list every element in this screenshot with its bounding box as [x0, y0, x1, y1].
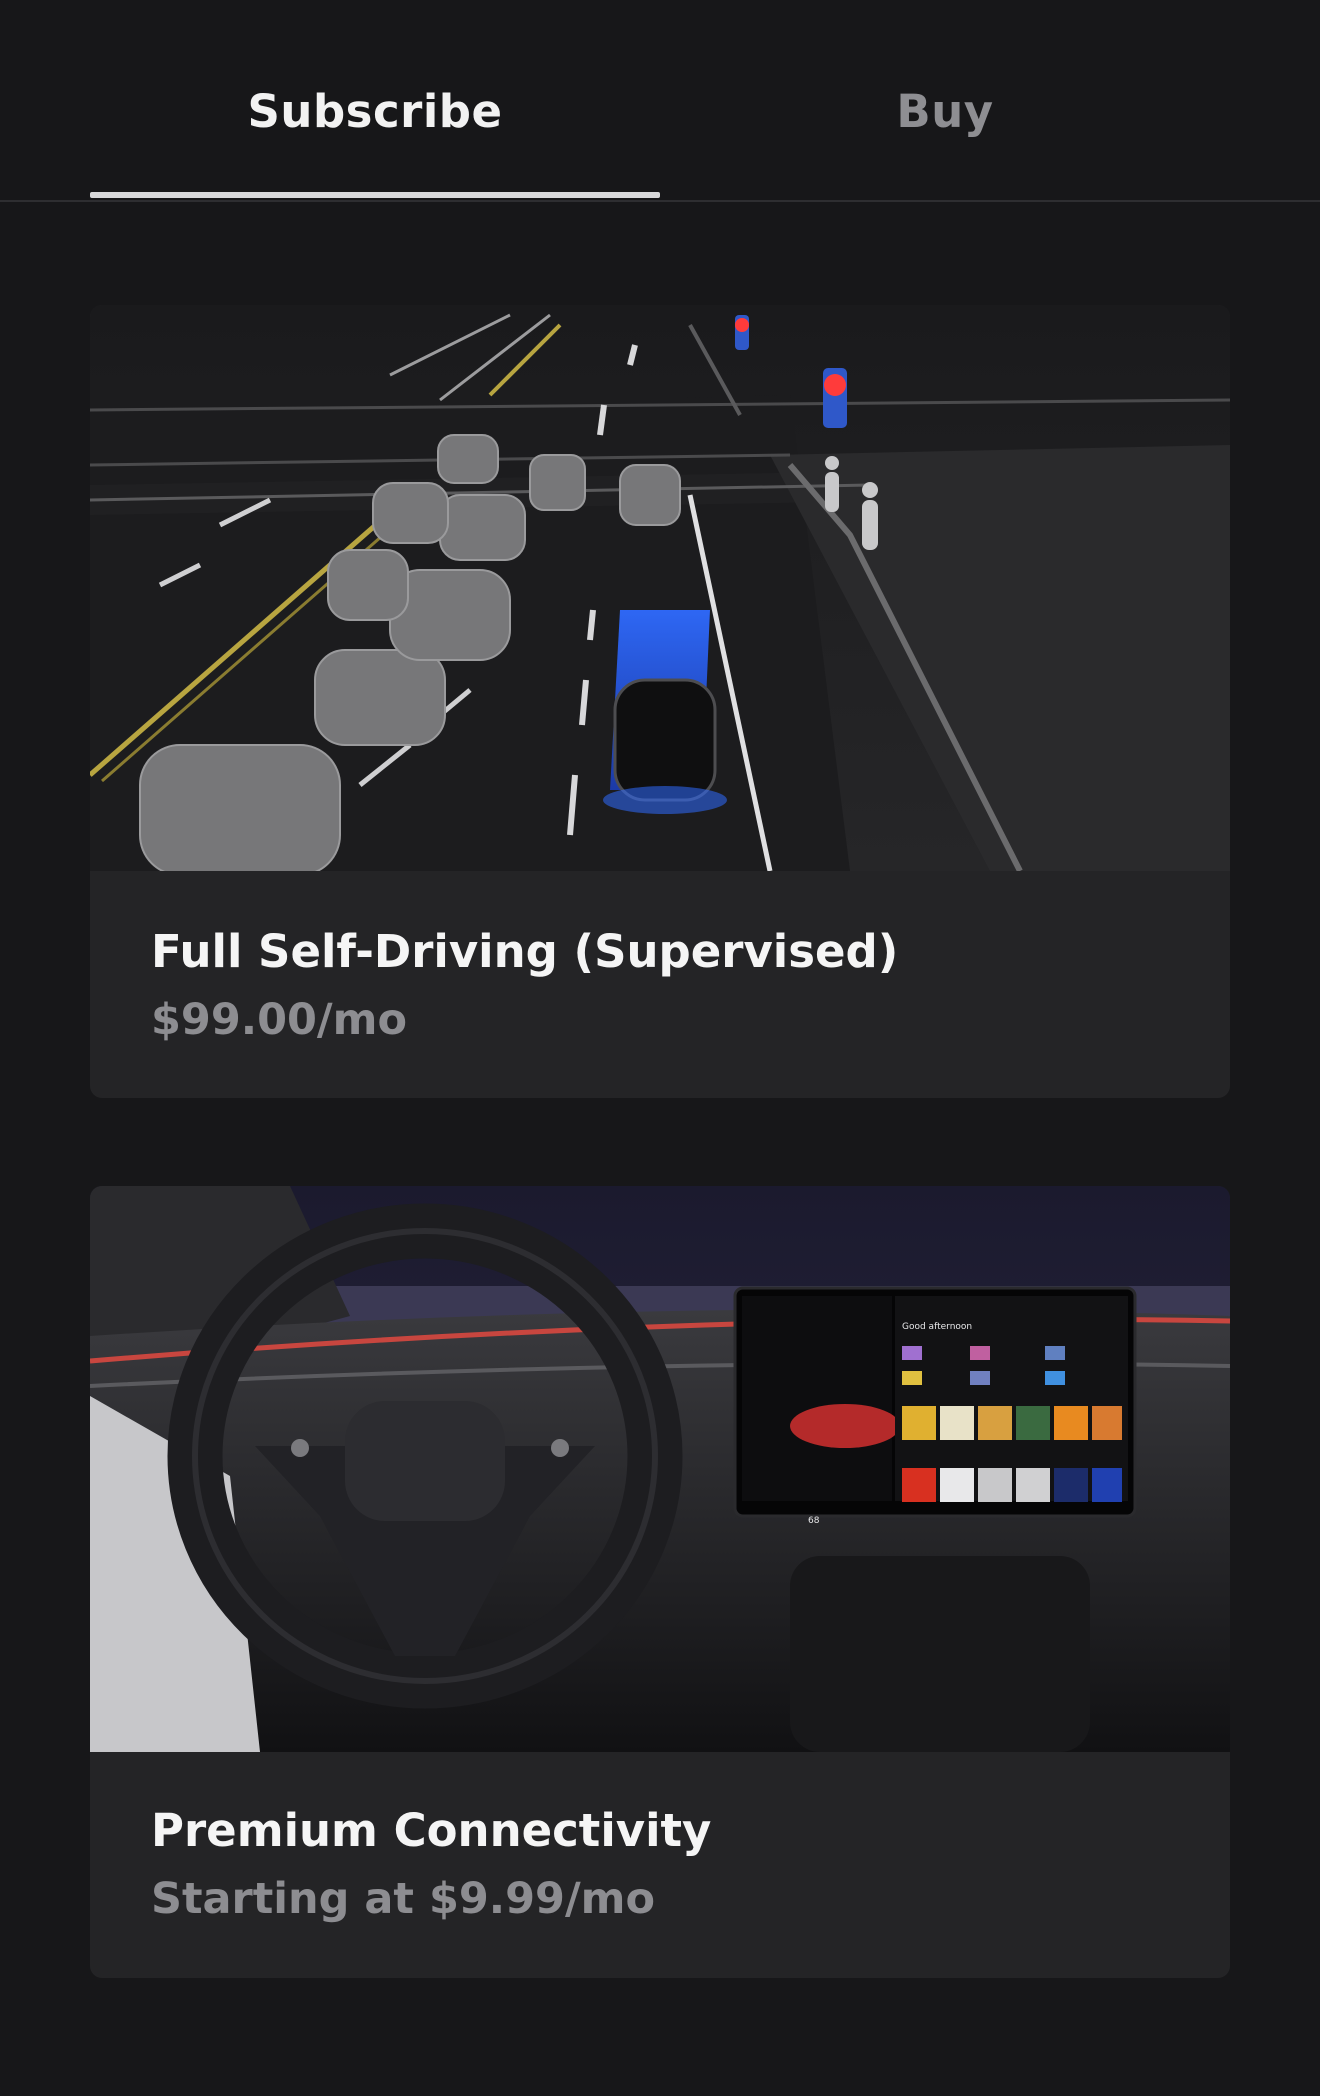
screen-greeting: Good afternoon	[902, 1322, 972, 1332]
card-title: Full Self-Driving (Supervised)	[151, 925, 899, 978]
fsd-visualization-image	[90, 305, 1230, 871]
screen-speed: 68	[808, 1516, 820, 1526]
card-price: Starting at $9.99/mo	[151, 1874, 656, 1924]
card-title: Premium Connectivity	[151, 1804, 712, 1857]
tab-bar: Subscribe Buy	[0, 0, 1320, 202]
premium-connectivity-card[interactable]: Good afternoon 68 Premium Connectivity S…	[90, 1186, 1230, 1978]
car-interior-image: Good afternoon 68	[90, 1186, 1230, 1752]
tab-subscribe[interactable]: Subscribe	[90, 85, 660, 145]
active-tab-indicator	[90, 192, 660, 198]
tab-buy[interactable]: Buy	[660, 85, 1230, 145]
fsd-card[interactable]: Full Self-Driving (Supervised) $99.00/mo	[90, 305, 1230, 1098]
card-price: $99.00/mo	[151, 995, 407, 1045]
